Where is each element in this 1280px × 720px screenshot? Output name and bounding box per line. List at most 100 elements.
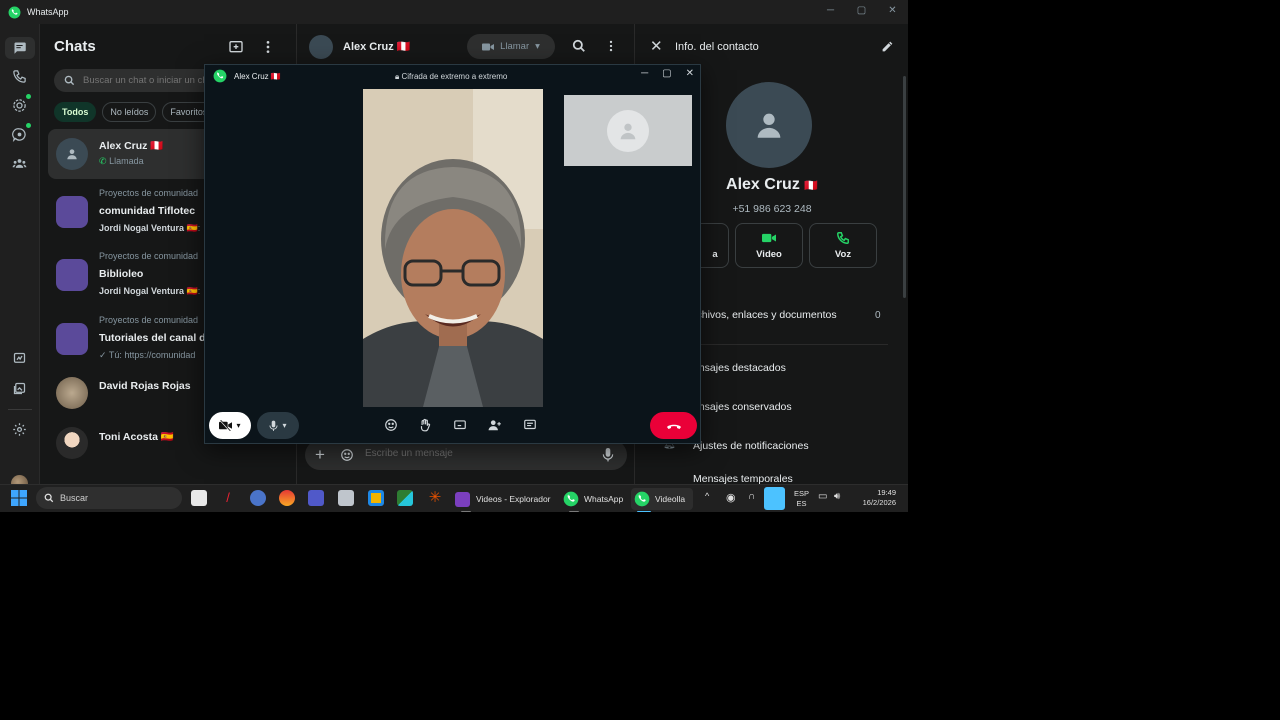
whatsapp-logo-icon <box>213 69 227 83</box>
close-window-button[interactable]: ✕ <box>877 0 908 24</box>
chat-name: Alex Cruz <box>99 140 148 152</box>
minimize-button[interactable]: ─ <box>815 0 846 24</box>
action-label: a <box>712 249 718 260</box>
meta-ai-icon[interactable] <box>11 350 28 367</box>
media-gallery-icon[interactable] <box>11 380 28 397</box>
taskbar-app-whatsapp[interactable]: WhatsApp <box>563 488 625 512</box>
message-composer: + <box>305 440 627 470</box>
sticker-icon[interactable] <box>340 448 354 462</box>
teams-app-icon[interactable] <box>308 490 324 506</box>
community-avatar <box>56 259 88 291</box>
keyboard-layout: ES <box>796 499 807 508</box>
contact-name: Alex Cruz <box>343 41 394 53</box>
avatar <box>56 427 88 459</box>
message-input[interactable] <box>365 448 585 459</box>
maximize-button[interactable]: ▢ <box>846 0 877 24</box>
taskbar-search[interactable]: Buscar <box>36 487 182 509</box>
self-video-preview[interactable] <box>564 95 692 166</box>
raise-hand-icon[interactable] <box>418 418 432 432</box>
channels-unread-dot <box>26 123 31 128</box>
clock-time: 19:49 <box>877 488 896 497</box>
remote-person-image <box>363 89 543 407</box>
contact-avatar[interactable] <box>309 35 333 59</box>
tray-display-icon[interactable]: ▭ <box>818 491 827 512</box>
calls-icon[interactable] <box>11 68 28 85</box>
status-icon[interactable] <box>11 97 28 114</box>
contact-info-name: Alex Cruz <box>726 176 800 193</box>
sender-name: Jordi Nogal Ventura <box>99 223 185 233</box>
phone-icon <box>837 232 849 244</box>
contact-info-title: Info. del contacto <box>675 41 759 53</box>
spain-flag-icon: 🇪🇸 <box>186 286 198 296</box>
community-name: Proyectos de comunidad <box>99 251 199 261</box>
screen-share-icon[interactable] <box>453 418 467 432</box>
chats-icon[interactable] <box>11 39 28 56</box>
tray-overflow-chevron-icon[interactable]: ^ <box>705 491 709 512</box>
call-maximize-button[interactable]: ▢ <box>662 68 671 79</box>
disappearing-messages-row[interactable]: Mensajes temporales <box>693 473 793 484</box>
info-scrollbar[interactable] <box>903 76 906 298</box>
attach-plus-icon[interactable]: + <box>315 445 325 465</box>
camera-toggle-button[interactable]: ▾ <box>209 412 251 439</box>
chat-message-icon[interactable] <box>523 418 537 432</box>
edit-pencil-icon[interactable] <box>881 40 894 53</box>
store-app-icon[interactable] <box>191 490 207 506</box>
taskbar-app-videos[interactable]: Videos - Explorador <box>455 488 555 512</box>
video-action-button[interactable]: Video <box>735 223 803 268</box>
video-editor-icon <box>455 491 470 507</box>
microphone-icon[interactable] <box>602 448 614 462</box>
more-options-icon[interactable] <box>604 39 618 53</box>
person-icon <box>67 149 77 160</box>
channels-icon[interactable] <box>11 126 28 143</box>
peru-flag-icon: 🇵🇪 <box>804 180 818 192</box>
close-info-icon[interactable]: ✕ <box>650 37 663 55</box>
tray-mic-active-icon[interactable] <box>764 487 785 510</box>
new-chat-icon[interactable] <box>228 39 244 55</box>
input-language: ESP <box>794 489 810 498</box>
remote-video-feed <box>363 89 543 407</box>
media-links-docs-row[interactable]: rchivos, enlaces y documentos <box>693 309 837 321</box>
chats-heading: Chats <box>54 38 96 55</box>
community-avatar <box>56 323 88 355</box>
maps-app-icon[interactable] <box>397 490 413 506</box>
tray-network-app-icon[interactable]: ◉ <box>726 491 736 512</box>
chat-last-message: Llamada <box>109 156 144 166</box>
whatsapp-logo-icon <box>563 491 579 507</box>
call-close-button[interactable]: ✕ <box>686 68 694 79</box>
pen-app-icon[interactable]: / <box>220 490 236 506</box>
avatar <box>56 138 88 170</box>
accessibility-app-icon[interactable] <box>250 490 266 506</box>
communities-icon[interactable] <box>11 155 28 172</box>
file-manager-icon[interactable] <box>368 490 384 506</box>
tray-volume-icon[interactable]: 🔊︎ <box>834 491 840 512</box>
filter-all-chip[interactable]: Todos <box>54 102 97 122</box>
avatar <box>56 377 88 409</box>
taskbar-app-videocall[interactable]: Videolla <box>631 488 693 512</box>
recycle-bin-icon[interactable] <box>338 490 354 506</box>
tray-headset-icon[interactable]: ∩ <box>748 491 755 512</box>
settings-gear-icon[interactable] <box>11 421 28 438</box>
voice-action-button[interactable]: Voz <box>809 223 877 268</box>
chevron-down-icon: ▾ <box>236 421 241 430</box>
notification-settings-row[interactable]: Ajustes de notificaciones <box>693 440 809 452</box>
mic-toggle-button[interactable]: ▾ <box>257 412 299 439</box>
browser-app-icon[interactable] <box>279 490 295 506</box>
person-icon <box>620 123 636 139</box>
search-icon[interactable] <box>572 39 586 53</box>
more-options-icon[interactable] <box>260 39 276 55</box>
kept-messages-row[interactable]: ensajes conservados <box>693 401 792 413</box>
taskbar-search-label: Buscar <box>60 493 89 503</box>
emoji-reaction-icon[interactable] <box>384 418 398 432</box>
windows-start-icon[interactable] <box>11 490 27 506</box>
starred-messages-row[interactable]: ensajes destacados <box>693 362 786 374</box>
peru-flag-icon: 🇵🇪 <box>270 72 281 81</box>
burst-app-icon[interactable]: ✳ <box>427 490 443 506</box>
end-call-button[interactable] <box>650 412 697 439</box>
call-button[interactable]: Llamar ▾ <box>467 34 555 59</box>
lock-icon: 🔒︎ <box>395 72 400 81</box>
call-minimize-button[interactable]: ─ <box>641 68 648 79</box>
filter-unread-chip[interactable]: No leídos <box>102 102 157 122</box>
add-participant-icon[interactable] <box>488 418 502 432</box>
call-button-label: Llamar <box>500 41 530 52</box>
camera-off-icon <box>219 420 233 431</box>
